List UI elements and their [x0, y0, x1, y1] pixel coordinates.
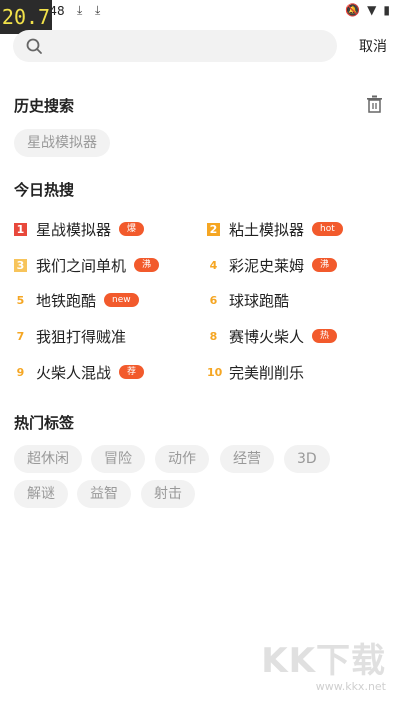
mute-icon: 🔕	[345, 3, 361, 17]
fps-overlay: 20.7	[0, 0, 52, 34]
hot-badge: 沸	[312, 258, 338, 272]
hot-search-name: 彩泥史莱姆	[229, 256, 305, 275]
hot-search-name: 我们之间单机	[36, 256, 127, 275]
tag-chip[interactable]: 3D	[284, 445, 330, 473]
hot-badge: 爆	[119, 222, 145, 236]
cancel-button[interactable]: 取消	[337, 36, 387, 56]
tag-chip[interactable]: 动作	[155, 445, 209, 473]
hot-search-item[interactable]: 9 火柴人混战荐	[14, 362, 145, 382]
hot-search-name: 粘土模拟器	[229, 220, 305, 239]
status-icons: 🔕 ▼ ▮	[345, 3, 390, 17]
hot-search-item[interactable]: 10 完美削削乐	[207, 362, 304, 382]
hot-badge: new	[104, 293, 139, 307]
battery-icon: ▮	[383, 3, 390, 17]
hot-search-item[interactable]: 2 粘土模拟器 hot	[207, 219, 343, 239]
wifi-icon: ▼	[367, 3, 377, 17]
rank-number: 5	[16, 293, 25, 307]
rank-number: 7	[16, 329, 25, 343]
history-title: 历史搜索	[14, 97, 75, 115]
hot-badge: hot	[312, 222, 343, 236]
tag-chip[interactable]: 超休闲	[14, 445, 82, 473]
hot-badge: 热	[312, 329, 338, 343]
hot-search-name: 我狙打得贼准	[36, 327, 127, 346]
tag-chip[interactable]: 冒险	[91, 445, 145, 473]
history-chip[interactable]: 星战模拟器	[14, 129, 110, 157]
rank-number: 3	[14, 258, 27, 272]
hot-search-title: 今日热搜	[14, 181, 75, 199]
rank-number: 1	[14, 222, 27, 236]
rank-number: 4	[209, 258, 218, 272]
hot-badge: 沸	[134, 258, 160, 272]
hot-search-item[interactable]: 3 我们之间单机沸	[14, 255, 160, 275]
hot-search-name: 地铁跑酷	[36, 291, 97, 310]
tag-chip[interactable]: 经营	[220, 445, 274, 473]
search-row: 取消	[13, 30, 387, 62]
tag-chip[interactable]: 益智	[77, 480, 131, 508]
hot-search-item[interactable]: 7 我狙打得贼准	[14, 326, 126, 346]
hot-search-name: 赛博火柴人	[229, 327, 305, 346]
download-icon: ⤓	[95, 3, 101, 17]
hot-search-name: 完美削削乐	[229, 363, 305, 382]
watermark-logo: KK下载	[261, 641, 386, 681]
status-bar: 11:48 ⤓ ⤓ 🔕 ▼ ▮	[0, 0, 400, 22]
hot-search-name: 火柴人混战	[36, 363, 112, 382]
tag-chip[interactable]: 解谜	[14, 480, 68, 508]
tag-chip[interactable]: 射击	[141, 480, 195, 508]
hot-search-name: 星战模拟器	[36, 220, 112, 239]
search-input[interactable]	[51, 37, 337, 55]
search-icon	[26, 38, 42, 54]
hot-search-item[interactable]: 5 地铁跑酷 new	[14, 290, 139, 310]
rank-number: 6	[209, 293, 218, 307]
search-box[interactable]	[13, 30, 337, 62]
download-icon: ⤓	[77, 3, 83, 17]
watermark: KK下载 www.kkx.net	[261, 633, 386, 693]
rank-number: 8	[209, 329, 218, 343]
hot-search-item[interactable]: 1 星战模拟器爆	[14, 219, 145, 239]
hot-search-name: 球球跑酷	[229, 291, 290, 310]
hot-badge: 荐	[119, 365, 145, 379]
hot-search-item[interactable]: 6 球球跑酷	[207, 290, 289, 310]
rank-number: 10	[207, 365, 223, 379]
trash-icon[interactable]	[366, 95, 383, 113]
hot-search-item[interactable]: 8 赛博火柴人热	[207, 326, 338, 346]
rank-number: 2	[207, 222, 220, 236]
hot-search-item[interactable]: 4 彩泥史莱姆沸	[207, 255, 338, 275]
rank-number: 9	[16, 365, 25, 379]
hot-tags-title: 热门标签	[14, 414, 75, 432]
